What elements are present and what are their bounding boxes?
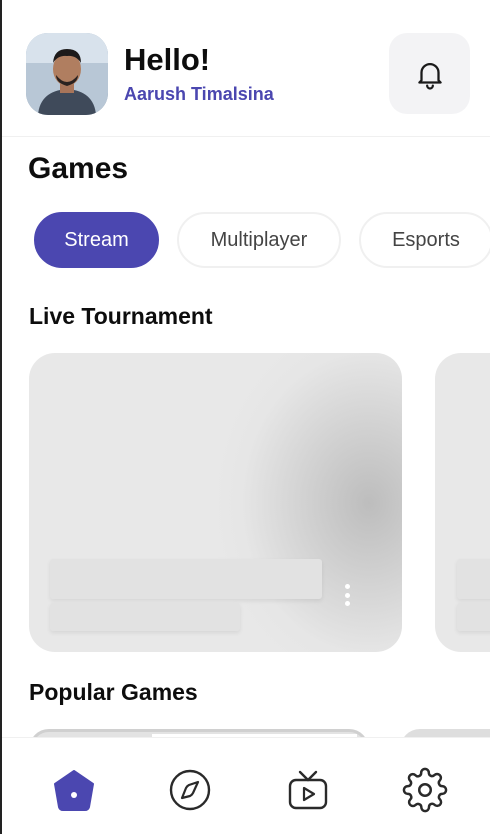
games-title: Games — [28, 152, 129, 185]
settings-icon — [402, 767, 448, 813]
popular-games-title: Popular Games — [29, 679, 198, 705]
nav-tv[interactable] — [284, 766, 332, 814]
compass-icon — [169, 769, 211, 811]
bottom-nav — [2, 737, 490, 834]
avatar-photo — [26, 33, 108, 115]
app-screen: Hello! Aarush Timalsina Games Stream Mul… — [0, 0, 490, 834]
nav-explore[interactable] — [166, 766, 214, 814]
user-avatar[interactable] — [26, 33, 108, 115]
chip-stream[interactable]: Stream — [34, 212, 159, 268]
greeting-text: Hello! — [124, 42, 211, 77]
skeleton-title — [50, 559, 322, 599]
skeleton-subtitle — [50, 603, 240, 631]
more-vertical-icon[interactable] — [340, 581, 354, 609]
username-text: Aarush Timalsina — [124, 84, 274, 104]
tv-icon — [288, 770, 328, 810]
skeleton-title — [457, 559, 490, 599]
tournament-card[interactable] — [29, 353, 402, 652]
nav-home[interactable] — [50, 766, 98, 814]
category-chips: Stream Multiplayer Esports — [34, 212, 490, 268]
tournament-card-next[interactable] — [435, 353, 490, 652]
bell-icon — [417, 62, 442, 90]
home-icon — [54, 770, 94, 811]
header: Hello! Aarush Timalsina — [2, 0, 490, 137]
notification-button[interactable] — [389, 33, 470, 114]
skeleton-subtitle — [457, 603, 490, 631]
chip-esports[interactable]: Esports — [359, 212, 490, 268]
nav-settings[interactable] — [401, 766, 449, 814]
chip-multiplayer[interactable]: Multiplayer — [177, 212, 341, 268]
live-tournament-title: Live Tournament — [29, 303, 213, 329]
